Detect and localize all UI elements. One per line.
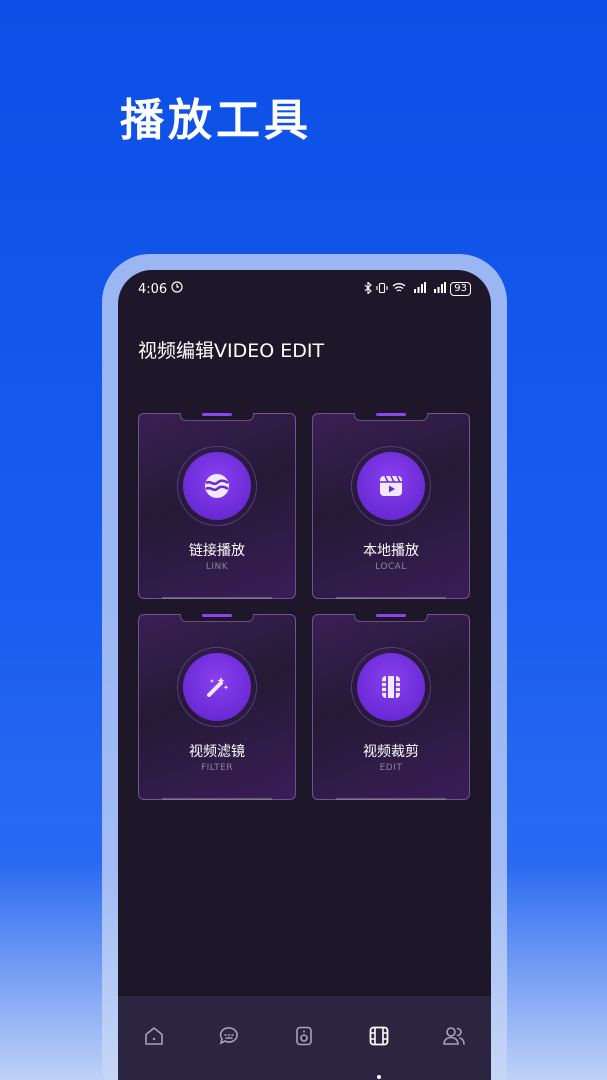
users-icon xyxy=(442,1025,466,1051)
page-title: 视频编辑VIDEO EDIT xyxy=(138,340,325,362)
video-play-icon xyxy=(357,452,425,520)
status-time: 4:06 xyxy=(138,281,168,297)
local-play-card[interactable]: 本地播放 LOCAL xyxy=(312,413,470,599)
film-icon xyxy=(357,653,425,721)
chat-icon xyxy=(218,1025,240,1051)
phone-screen: 4:06 93 视频编辑VIDEO EDIT 链接播放 LINK 本地播放 LO… xyxy=(118,270,491,1080)
link-play-card[interactable]: 链接播放 LINK xyxy=(138,413,296,599)
tab-speaker[interactable] xyxy=(284,1018,324,1058)
tab-users[interactable] xyxy=(434,1018,474,1058)
card-label: 视频滤镜 xyxy=(189,744,245,760)
promo-headline: 播放工具 xyxy=(120,95,312,146)
card-sublabel: EDIT xyxy=(379,763,403,773)
signal-4g-icon xyxy=(430,282,447,296)
bottom-tab-bar xyxy=(118,996,491,1080)
card-sublabel: FILTER xyxy=(200,763,234,773)
card-label: 视频裁剪 xyxy=(363,744,419,760)
status-bar: 4:06 93 xyxy=(118,270,491,308)
vibrate-icon xyxy=(376,282,388,297)
card-sublabel: LINK xyxy=(205,562,229,572)
tab-home[interactable] xyxy=(134,1018,174,1058)
tab-film[interactable] xyxy=(359,1018,399,1079)
planet-icon xyxy=(183,452,251,520)
magic-wand-icon xyxy=(183,653,251,721)
video-crop-card[interactable]: 视频裁剪 EDIT xyxy=(312,614,470,800)
clock-badge-icon xyxy=(171,281,183,297)
bluetooth-icon xyxy=(364,280,373,297)
signal-5g-icon xyxy=(410,282,427,296)
wifi-icon xyxy=(392,282,406,296)
speaker-icon xyxy=(293,1025,315,1051)
tab-chat[interactable] xyxy=(209,1018,249,1058)
film-icon xyxy=(368,1025,390,1051)
video-filter-card[interactable]: 视频滤镜 FILTER xyxy=(138,614,296,800)
card-sublabel: LOCAL xyxy=(375,562,407,572)
active-tab-indicator xyxy=(377,1075,381,1079)
card-label: 链接播放 xyxy=(189,543,245,559)
battery-indicator: 93 xyxy=(450,282,471,296)
card-label: 本地播放 xyxy=(363,543,419,559)
home-icon xyxy=(143,1025,165,1051)
